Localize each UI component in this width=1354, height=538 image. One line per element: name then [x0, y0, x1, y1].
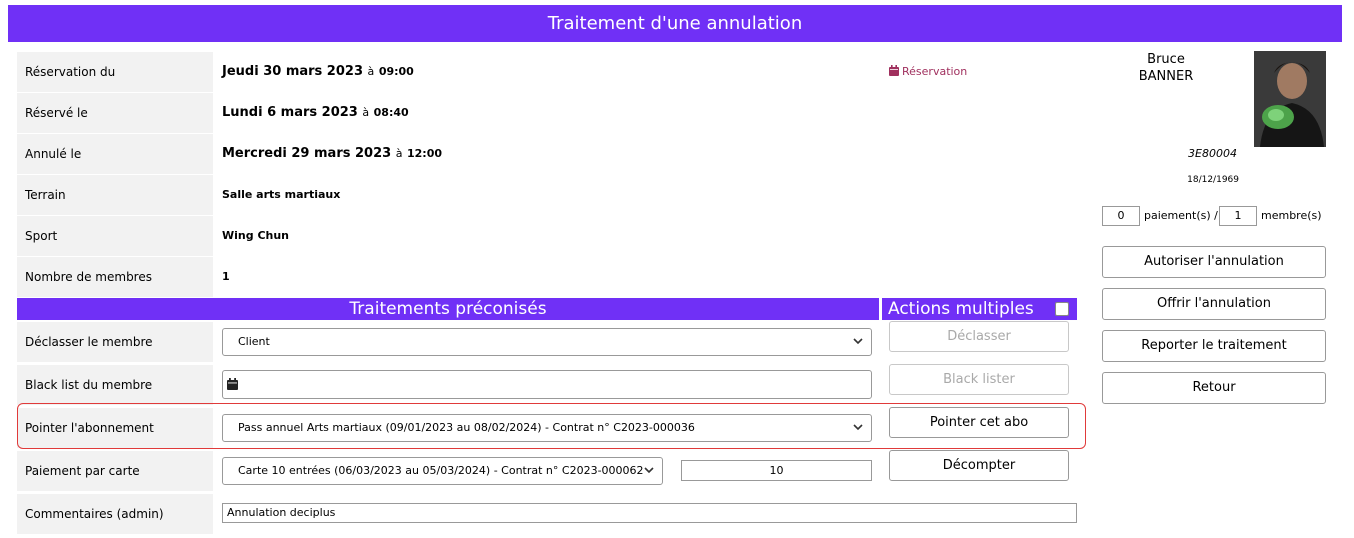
page-title: Traitement d'une annulation — [8, 5, 1342, 42]
member-name: Bruce BANNER — [1108, 51, 1224, 85]
select-all-checkbox[interactable] — [1055, 302, 1069, 316]
card-payment-select-value: Carte 10 entrées (06/03/2023 au 05/03/20… — [238, 464, 644, 477]
member-birth-date: 18/12/1969 — [1187, 175, 1239, 185]
value-cancelled-on: Mercredi 29 mars 2023 à 12:00 — [222, 146, 442, 161]
at-text: à — [367, 65, 375, 78]
date-text: Jeudi 30 mars 2023 — [222, 64, 363, 79]
calendar-icon — [227, 378, 238, 390]
time-text: 09:00 — [378, 65, 414, 78]
value-member-count: 1 — [222, 270, 230, 283]
section-actions-label: Actions multiples — [888, 299, 1034, 319]
payments-count-input[interactable]: 0 — [1102, 206, 1140, 226]
value-terrain: Salle arts martiaux — [222, 188, 341, 201]
date-text: Mercredi 29 mars 2023 — [222, 146, 392, 161]
members-count-input[interactable]: 1 — [1219, 206, 1257, 226]
label-paiement-carte: Paiement par carte — [17, 451, 213, 491]
at-text: à — [395, 147, 403, 160]
blacklist-button[interactable]: Black lister — [889, 364, 1069, 395]
member-last-name: BANNER — [1138, 69, 1194, 84]
offer-cancellation-button[interactable]: Offrir l'annulation — [1102, 288, 1326, 320]
label-blacklist: Black list du membre — [17, 365, 213, 405]
chevron-down-icon — [853, 338, 863, 345]
back-button[interactable]: Retour — [1102, 372, 1326, 404]
member-portrait-image — [1254, 51, 1326, 147]
declasser-button[interactable]: Déclasser — [889, 321, 1069, 352]
postpone-treatment-button[interactable]: Reporter le traitement — [1102, 330, 1326, 362]
reservation-link-label: Réservation — [902, 65, 968, 78]
value-reservation-date: Jeudi 30 mars 2023 à 09:00 — [222, 64, 414, 79]
time-text: 12:00 — [407, 147, 443, 160]
value-reserved-on: Lundi 6 mars 2023 à 08:40 — [222, 105, 409, 120]
label-reservation-date: Réservation du — [17, 52, 213, 92]
reservation-link[interactable]: Réservation — [889, 65, 967, 78]
time-text: 08:40 — [373, 106, 409, 119]
declasser-select[interactable]: Client — [222, 328, 872, 356]
member-photo — [1254, 51, 1326, 147]
payments-label: paiement(s) / — [1144, 209, 1218, 222]
label-member-count: Nombre de membres — [17, 257, 213, 297]
declasser-select-value: Client — [238, 335, 270, 348]
card-payment-select[interactable]: Carte 10 entrées (06/03/2023 au 05/03/20… — [222, 457, 663, 485]
label-declasser: Déclasser le membre — [17, 322, 213, 362]
label-comments: Commentaires (admin) — [17, 494, 213, 534]
label-sport: Sport — [17, 216, 213, 256]
date-text: Lundi 6 mars 2023 — [222, 105, 358, 120]
section-header-actions: Actions multiples — [882, 298, 1077, 320]
calendar-icon — [889, 65, 899, 76]
blacklist-date-input[interactable] — [222, 370, 872, 399]
label-cancelled-on: Annulé le — [17, 134, 213, 174]
section-header-treatments: Traitements préconisés — [17, 298, 879, 320]
card-quantity-input[interactable]: 10 — [681, 460, 872, 481]
authorize-cancellation-button[interactable]: Autoriser l'annulation — [1102, 246, 1326, 278]
decompter-button[interactable]: Décompter — [889, 450, 1069, 481]
highlight-box — [17, 403, 1086, 449]
label-reserved-on: Réservé le — [17, 93, 213, 133]
label-terrain: Terrain — [17, 175, 213, 215]
member-first-name: Bruce — [1147, 52, 1185, 67]
comments-input[interactable]: Annulation deciplus — [222, 503, 1077, 523]
chevron-down-icon — [644, 467, 654, 474]
members-label: membre(s) — [1261, 209, 1322, 222]
value-sport: Wing Chun — [222, 229, 290, 242]
at-text: à — [362, 106, 370, 119]
member-code: 3E80004 — [1188, 147, 1237, 160]
